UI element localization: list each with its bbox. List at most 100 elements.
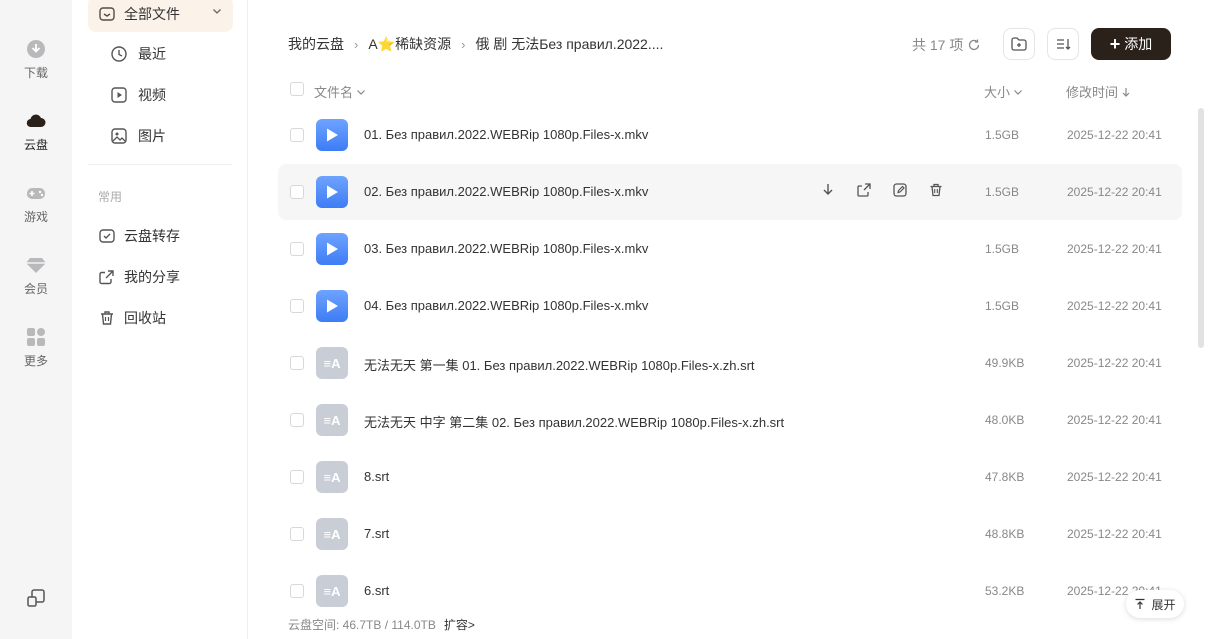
chevron-down-icon	[1014, 89, 1022, 95]
sidebar-divider	[88, 164, 232, 165]
row-checkbox[interactable]	[290, 242, 304, 256]
file-time: 2025-12-22 20:41	[1067, 185, 1162, 199]
table-row[interactable]: ≡A 7.srt 48.8KB 2025-12-22 20:41	[278, 506, 1182, 562]
row-checkbox[interactable]	[290, 299, 304, 313]
column-header-size[interactable]: 大小	[984, 82, 1023, 101]
rail-item-more[interactable]: 更多	[0, 326, 72, 369]
breadcrumb-root[interactable]: 我的云盘	[288, 34, 344, 54]
sort-button[interactable]	[1047, 28, 1079, 60]
table-row[interactable]: 02. Без правил.2022.WEBRip 1080p.Files-x…	[278, 164, 1182, 220]
add-button[interactable]: + 添加	[1091, 28, 1171, 60]
file-size: 49.9KB	[985, 356, 1025, 370]
edit-icon	[893, 183, 907, 197]
delete-action-button[interactable]	[928, 182, 944, 198]
row-checkbox[interactable]	[290, 413, 304, 427]
sidebar-group-label: 常用	[98, 190, 123, 204]
table-row[interactable]: ≡A 8.srt 47.8KB 2025-12-22 20:41	[278, 449, 1182, 505]
table-row[interactable]: 03. Без правил.2022.WEBRip 1080p.Files-x…	[278, 221, 1182, 277]
file-time: 2025-12-22 20:41	[1067, 128, 1162, 142]
item-count: 共 17 项	[912, 35, 981, 55]
storage-usage: 云盘空间: 46.7TB / 114.0TB	[288, 618, 436, 632]
file-size: 1.5GB	[985, 128, 1020, 142]
file-size: 1.5GB	[985, 242, 1020, 256]
sort-icon	[1057, 39, 1071, 50]
row-actions	[820, 182, 944, 198]
rail-item-cloud[interactable]: 云盘	[0, 110, 72, 153]
table-row[interactable]: ≡A 无法无天 第一集 01. Без правил.2022.WEBRip 1…	[278, 335, 1182, 391]
trash-icon	[930, 183, 942, 197]
row-checkbox[interactable]	[290, 185, 304, 199]
file-size: 53.2KB	[985, 584, 1025, 598]
row-checkbox[interactable]	[290, 128, 304, 142]
table-row[interactable]: 01. Без правил.2022.WEBRip 1080p.Files-x…	[278, 107, 1182, 163]
sidebar-item-share[interactable]: 我的分享	[98, 265, 180, 289]
share-action-button[interactable]	[856, 182, 872, 198]
row-checkbox[interactable]	[290, 527, 304, 541]
chevron-down-icon[interactable]	[212, 6, 222, 16]
folder-icon	[99, 7, 115, 21]
file-name[interactable]: 03. Без правил.2022.WEBRip 1080p.Files-x…	[364, 241, 648, 256]
storage-footer: 云盘空间: 46.7TB / 114.0TB 扩容>	[288, 616, 475, 633]
plus-icon: +	[1109, 34, 1121, 54]
video-file-icon	[316, 233, 348, 265]
grid-icon	[27, 328, 45, 346]
sidebar-item-image[interactable]: 图片	[110, 124, 166, 148]
rail-item-vip[interactable]: 会员	[0, 254, 72, 297]
subtitle-file-icon: ≡A	[316, 347, 348, 379]
sidebar-item-recent[interactable]: 最近	[110, 42, 166, 66]
row-checkbox[interactable]	[290, 470, 304, 484]
sidebar-item-video[interactable]: 视频	[110, 83, 166, 107]
file-name[interactable]: 02. Без правил.2022.WEBRip 1080p.Files-x…	[364, 184, 648, 199]
arrow-up-icon	[1135, 598, 1145, 609]
share-icon	[857, 183, 871, 197]
new-folder-button[interactable]	[1003, 28, 1035, 60]
refresh-icon[interactable]	[967, 38, 981, 52]
row-checkbox[interactable]	[290, 356, 304, 370]
file-name[interactable]: 无法无天 中字 第二集 02. Без правил.2022.WEBRip 1…	[364, 412, 784, 431]
breadcrumb-folder[interactable]: A⭐稀缺资源	[368, 34, 451, 54]
sidebar-item-trash[interactable]: 回收站	[98, 306, 166, 330]
file-name[interactable]: 04. Без правил.2022.WEBRip 1080p.Files-x…	[364, 298, 648, 313]
file-name[interactable]: 无法无天 第一集 01. Без правил.2022.WEBRip 1080…	[364, 355, 755, 374]
file-name[interactable]: 8.srt	[364, 469, 389, 484]
file-name[interactable]: 7.srt	[364, 526, 389, 541]
chevron-down-icon	[357, 89, 365, 95]
sidebar: 全部文件 最近 视频 图片 常用 云盘转存 我的分享 回收站	[72, 0, 248, 639]
download-action-button[interactable]	[820, 182, 836, 198]
expand-storage-link[interactable]: 扩容>	[444, 616, 475, 633]
select-all-checkbox[interactable]	[290, 82, 304, 96]
expand-button[interactable]: 展开	[1126, 590, 1184, 618]
scrollbar[interactable]	[1198, 108, 1204, 348]
breadcrumb: 我的云盘 › A⭐稀缺资源 › 俄 剧 无法Без правил.2022...…	[288, 34, 663, 54]
sidebar-item-transfer[interactable]: 云盘转存	[98, 224, 180, 248]
file-size: 47.8KB	[985, 470, 1025, 484]
table-row[interactable]: 04. Без правил.2022.WEBRip 1080p.Files-x…	[278, 278, 1182, 334]
file-size: 48.0KB	[985, 413, 1025, 427]
collapse-window-icon[interactable]	[26, 588, 46, 608]
table-row[interactable]: ≡A 6.srt 53.2KB 2025-12-22 20:41	[278, 563, 1182, 619]
file-time: 2025-12-22 20:41	[1067, 356, 1162, 370]
file-name[interactable]: 01. Без правил.2022.WEBRip 1080p.Files-x…	[364, 127, 648, 142]
column-header-name[interactable]: 文件名	[314, 82, 366, 101]
sidebar-item-all-files-label[interactable]: 全部文件	[98, 2, 180, 26]
table-row[interactable]: ≡A 无法无天 中字 第二集 02. Без правил.2022.WEBRi…	[278, 392, 1182, 448]
file-time: 2025-12-22 20:41	[1067, 527, 1162, 541]
row-checkbox[interactable]	[290, 584, 304, 598]
file-size: 1.5GB	[985, 185, 1020, 199]
transfer-icon	[99, 229, 115, 243]
breadcrumb-current: 俄 剧 无法Без правил.2022....	[475, 36, 664, 52]
subtitle-file-icon: ≡A	[316, 404, 348, 436]
new-folder-icon	[1011, 37, 1027, 51]
rail-item-download[interactable]: 下载	[0, 38, 72, 81]
download-icon	[27, 40, 45, 58]
rail-item-game[interactable]: 游戏	[0, 182, 72, 225]
rename-action-button[interactable]	[892, 182, 908, 198]
file-name[interactable]: 6.srt	[364, 583, 389, 598]
file-time: 2025-12-22 20:41	[1067, 470, 1162, 484]
trash-icon	[101, 311, 113, 325]
column-header-time[interactable]: 修改时间	[1066, 82, 1131, 101]
gamepad-icon	[27, 188, 45, 199]
breadcrumb-separator-icon: ›	[354, 36, 359, 52]
rail-label: 更多	[23, 354, 48, 368]
rail-label: 云盘	[23, 138, 48, 152]
